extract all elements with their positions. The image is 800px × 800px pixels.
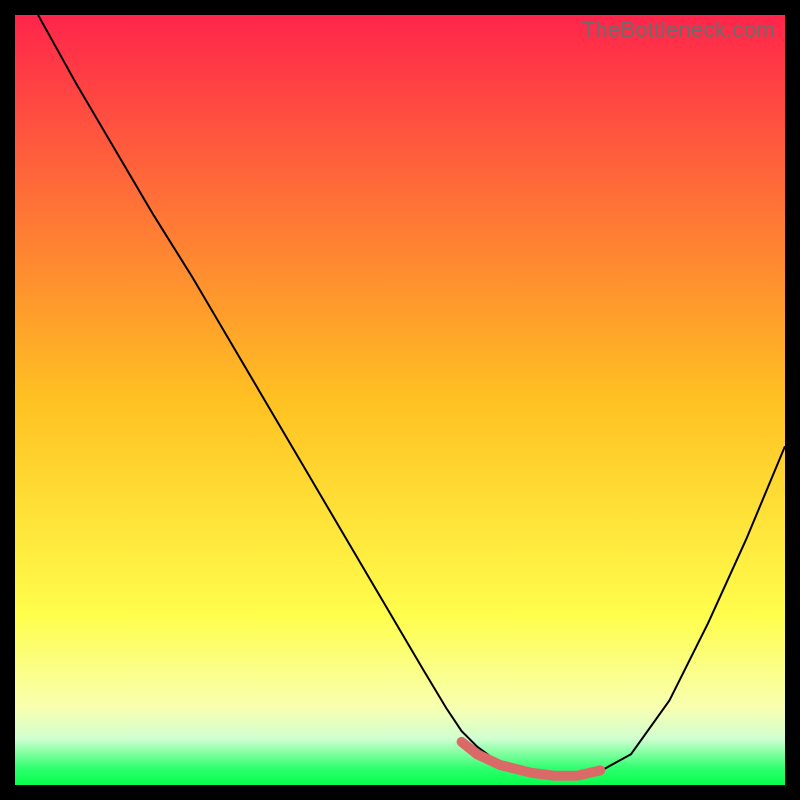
bottleneck-chart: [15, 15, 785, 785]
chart-frame: TheBottleneck.com: [15, 15, 785, 785]
gradient-background: [15, 15, 785, 785]
watermark-text: TheBottleneck.com: [582, 17, 775, 43]
